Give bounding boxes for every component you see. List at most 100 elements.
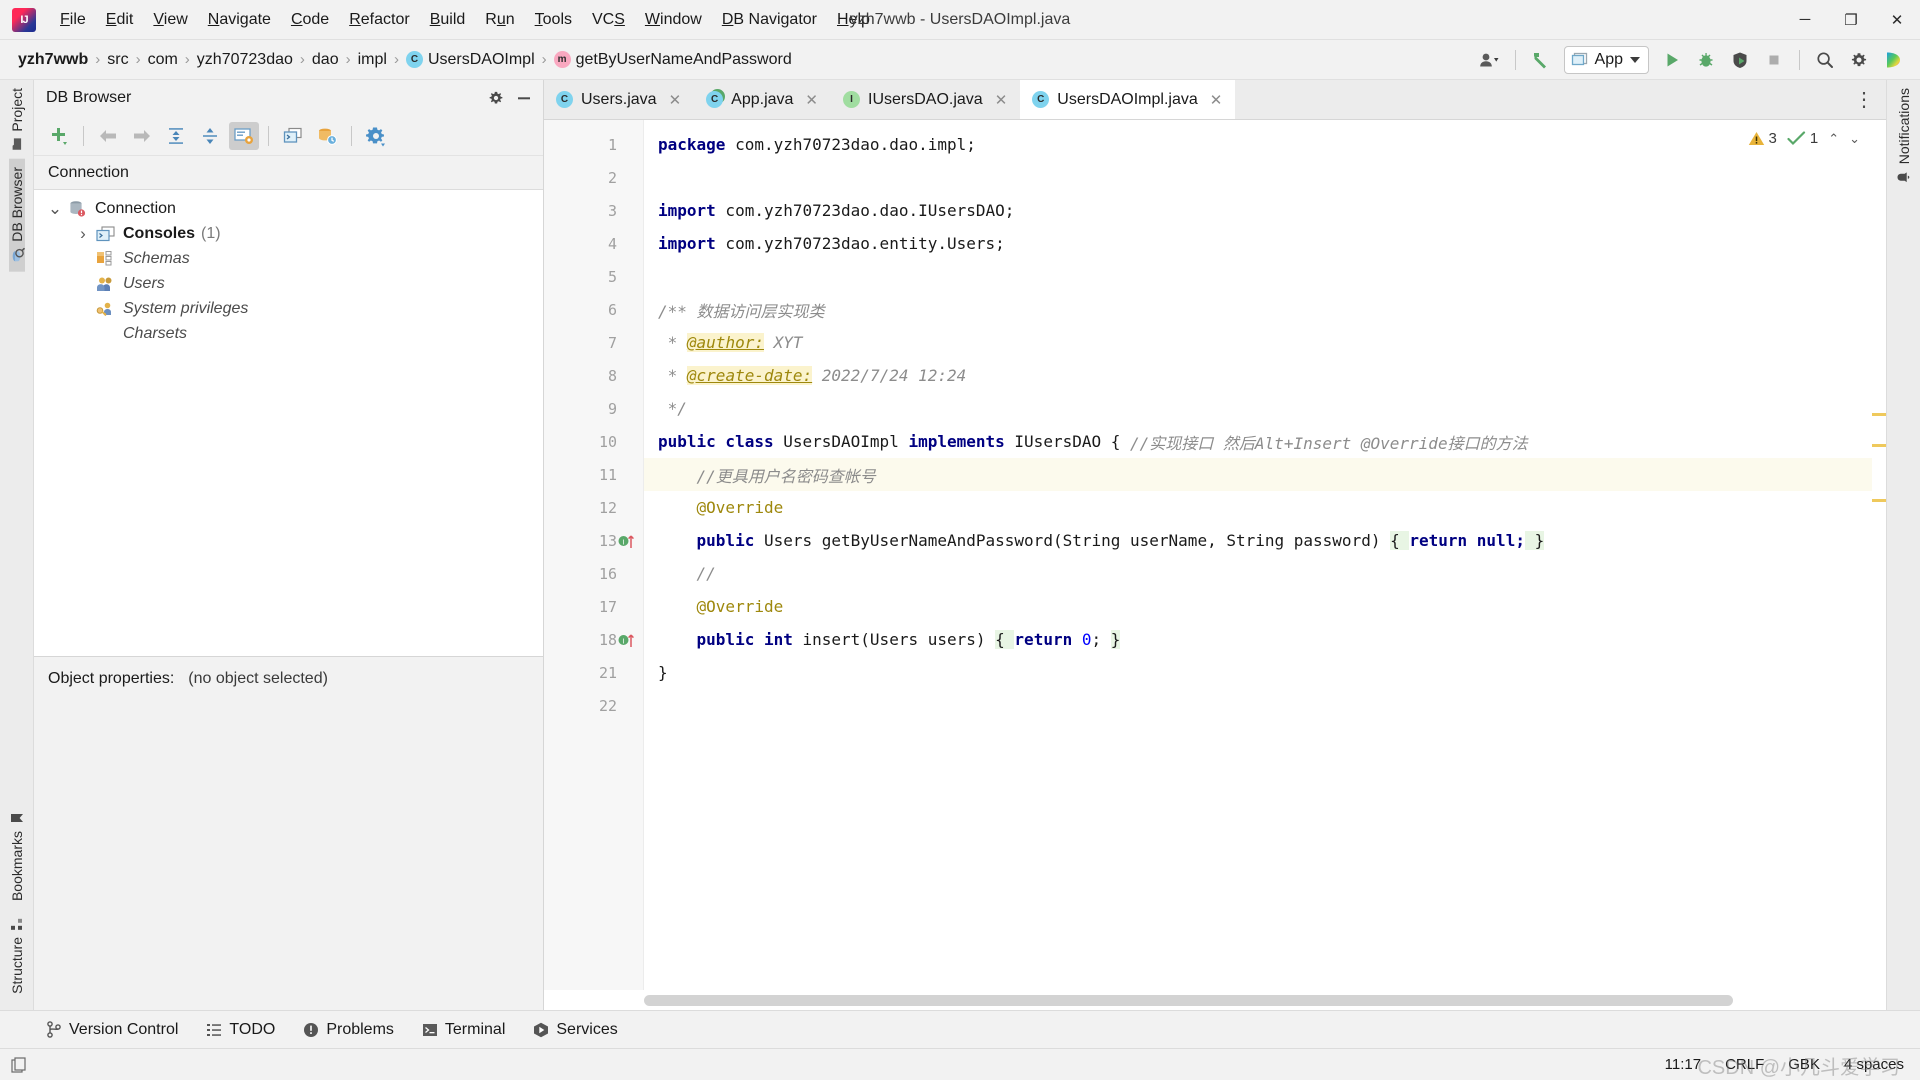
menu-item-view[interactable]: View [143, 6, 197, 34]
code-line[interactable]: // [644, 557, 1886, 590]
gutter-line[interactable]: 17 [544, 590, 643, 623]
editor-tab-options-button[interactable]: ⋮ [1854, 80, 1886, 119]
gutter-line[interactable]: 4 [544, 227, 655, 260]
run-coverage-icon[interactable] [1723, 45, 1757, 75]
chevron-right-icon[interactable]: › [72, 224, 94, 244]
bottom-tab-terminal[interactable]: Terminal [410, 1017, 517, 1043]
sidebar-item-db-browser[interactable]: DB Browser [8, 158, 25, 272]
inspection-widget[interactable]: 3 1 ⌃ ⌄ [1748, 130, 1860, 147]
gutter-line[interactable]: 6 [544, 293, 655, 326]
stop-icon[interactable] [1757, 45, 1791, 75]
editor-code-pane[interactable]: package com.yzh70723dao.dao.impl; import … [644, 120, 1886, 990]
database-history-button[interactable] [312, 122, 342, 150]
close-tab-icon[interactable]: ✕ [805, 91, 818, 109]
code-line[interactable]: @Override [644, 590, 1886, 623]
editor-tab-users[interactable]: C Users.java ✕ [544, 80, 694, 119]
gutter-line[interactable]: 5 [544, 260, 643, 293]
tree-node-users[interactable]: Users [34, 271, 543, 296]
sidebar-item-project[interactable]: Project [9, 80, 25, 159]
show-object-properties-button[interactable] [229, 121, 259, 150]
editor-tab-usersdaoimpl[interactable]: C UsersDAOImpl.java ✕ [1020, 80, 1236, 119]
bottom-tab-problems[interactable]: Problems [291, 1017, 406, 1043]
close-tab-icon[interactable]: ✕ [669, 91, 682, 109]
breadcrumb-item-yzh70723dao[interactable]: yzh70723dao [193, 49, 297, 71]
implementing-method-icon[interactable]: I [617, 631, 637, 649]
user-account-icon[interactable] [1473, 45, 1507, 75]
code-line[interactable]: @Override [644, 491, 1886, 524]
previous-problem-icon[interactable]: ⌃ [1828, 131, 1839, 147]
gutter-line[interactable]: 21 [544, 656, 643, 689]
gutter-line[interactable]: 9 [544, 392, 655, 425]
code-line[interactable]: * @author: XYT [644, 326, 1886, 359]
ide-assistant-icon[interactable] [1876, 45, 1910, 75]
gutter-line[interactable]: 1 [544, 128, 643, 161]
menu-item-tools[interactable]: Tools [525, 6, 582, 34]
code-line[interactable] [644, 161, 1886, 194]
hide-minimize-icon[interactable] [515, 89, 533, 107]
menu-item-build[interactable]: Build [420, 6, 476, 34]
editor-marker-track[interactable] [1872, 120, 1886, 990]
tree-node-connection[interactable]: ⌄ Connection [34, 196, 543, 221]
code-line[interactable]: public class UsersDAOImpl implements IUs… [644, 425, 1886, 458]
breadcrumb-item-yzh7wwb[interactable]: yzh7wwb [14, 49, 92, 71]
menu-item-refactor[interactable]: Refactor [339, 6, 419, 34]
build-hammer-icon[interactable] [1524, 45, 1558, 75]
implementing-method-icon[interactable]: I [617, 532, 637, 550]
menu-item-edit[interactable]: Edit [96, 6, 144, 34]
editor-tab-iusersdao[interactable]: I IUsersDAO.java ✕ [831, 80, 1020, 119]
file-encoding[interactable]: GBK [1788, 1056, 1820, 1073]
debug-icon[interactable] [1689, 45, 1723, 75]
expand-all-button[interactable] [161, 122, 191, 150]
menu-item-window[interactable]: Window [635, 6, 712, 34]
editor-gutter[interactable]: 1 2 3 4 5 6 7 8 9 10 11 12 13 I 16 17 18 I 21 22 [544, 120, 655, 990]
code-line[interactable]: import com.yzh70723dao.entity.Users; [644, 227, 1886, 260]
breadcrumb-item-com[interactable]: com [144, 49, 182, 71]
add-connection-button[interactable] [44, 122, 74, 150]
editor-horizontal-scrollbar[interactable] [544, 990, 1886, 1010]
gutter-line[interactable]: 13 I [544, 524, 655, 557]
menu-item-navigate[interactable]: Navigate [198, 6, 281, 34]
gutter-line[interactable]: 7 [544, 326, 643, 359]
db-settings-button[interactable] [361, 122, 391, 150]
indent-setting[interactable]: 4 spaces [1844, 1056, 1904, 1073]
caret-position[interactable]: 11:17 [1665, 1056, 1701, 1073]
warning-count-badge[interactable]: 3 [1748, 130, 1777, 147]
code-line[interactable]: package com.yzh70723dao.dao.impl; [644, 128, 1886, 161]
open-sql-console-button[interactable] [278, 122, 308, 150]
menu-item-code[interactable]: Code [281, 6, 339, 34]
bottom-tab-version-control[interactable]: Version Control [34, 1017, 190, 1043]
breadcrumb-item-getByUserNameAndPassword[interactable]: m getByUserNameAndPassword [550, 49, 796, 71]
code-line[interactable]: /** 数据访问层实现类 [644, 293, 1886, 326]
code-line[interactable]: * @create-date: 2022/7/24 12:24 [644, 359, 1886, 392]
tree-node-schemas[interactable]: Schemas [34, 246, 543, 271]
breadcrumb-item-dao[interactable]: dao [308, 49, 343, 71]
scrollbar-track[interactable] [644, 994, 1882, 1006]
minimize-button[interactable]: ─ [1782, 0, 1828, 40]
code-line[interactable] [644, 260, 1886, 293]
copy-files-icon[interactable] [10, 1056, 28, 1074]
next-problem-icon[interactable]: ⌄ [1849, 131, 1860, 147]
close-tab-icon[interactable]: ✕ [995, 91, 1008, 109]
bottom-tab-services[interactable]: Services [521, 1017, 629, 1043]
menu-item-vcs[interactable]: VCS [582, 6, 635, 34]
run-configuration-selector[interactable]: App [1563, 45, 1649, 74]
scrollbar-thumb[interactable] [644, 994, 1734, 1006]
code-line[interactable]: public Users getByUserNameAndPassword(St… [644, 524, 1886, 557]
gutter-line[interactable]: 16 [544, 557, 643, 590]
close-button[interactable]: ✕ [1874, 0, 1920, 40]
bottom-tab-todo[interactable]: TODO [194, 1017, 287, 1043]
run-icon[interactable] [1655, 45, 1689, 75]
code-line[interactable]: */ [644, 392, 1886, 425]
menu-item-file[interactable]: File [50, 6, 96, 34]
gutter-line[interactable]: 8 [544, 359, 643, 392]
navigate-back-button[interactable] [93, 122, 123, 150]
collapse-all-button[interactable] [195, 122, 225, 150]
tree-node-consoles[interactable]: › Consoles (1) [34, 221, 543, 246]
sidebar-item-bookmarks[interactable]: Bookmarks [9, 803, 25, 909]
settings-gear-icon[interactable] [487, 89, 505, 107]
menu-item-db-navigator[interactable]: DB Navigator [712, 6, 827, 34]
menu-item-run[interactable]: Run [475, 6, 524, 34]
gutter-line[interactable]: 3 [544, 194, 655, 227]
tree-node-system-privileges[interactable]: System privileges [34, 296, 543, 321]
menu-item-help[interactable]: Help [827, 6, 880, 34]
